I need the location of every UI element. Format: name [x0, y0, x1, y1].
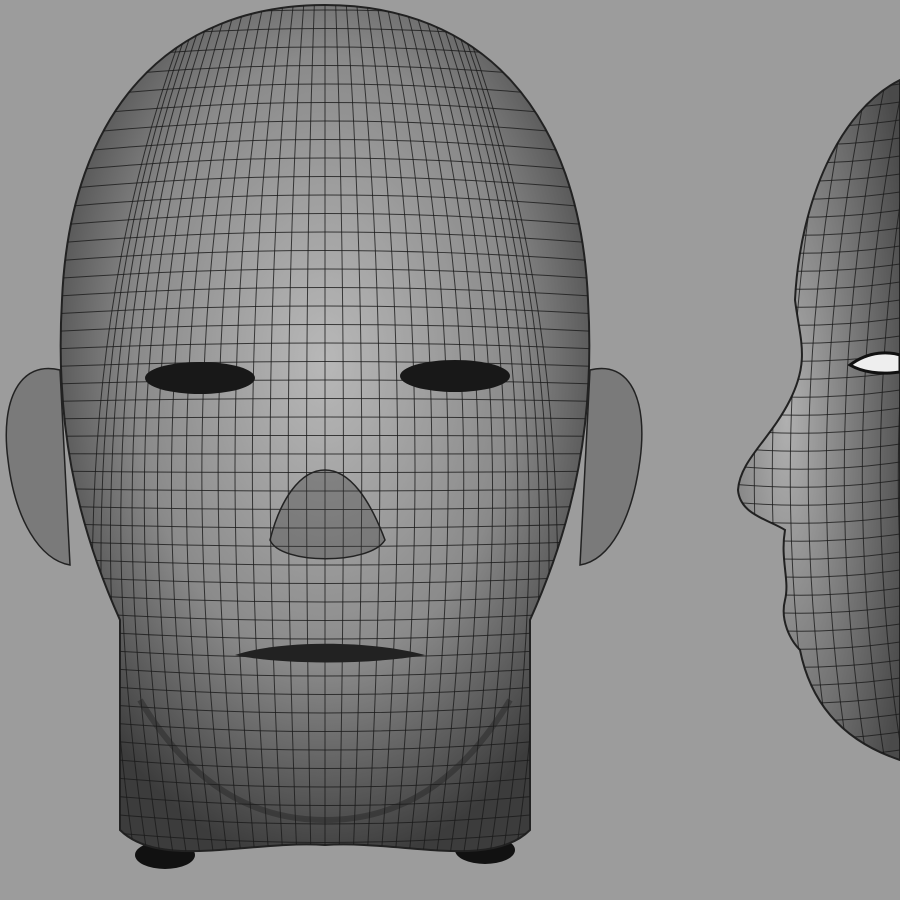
- front-view-head: [5, 4, 643, 880]
- viewport: [5, 4, 900, 880]
- mesh-row: [738, 749, 900, 758]
- side-view-head: [730, 66, 900, 775]
- left-ear: [5, 367, 71, 566]
- right-eye: [400, 360, 510, 392]
- left-eye: [145, 362, 255, 394]
- mesh-row: [730, 768, 900, 775]
- mesh-row: [40, 862, 610, 880]
- mesh-row: [738, 83, 900, 92]
- right-ear: [579, 367, 643, 566]
- mesh-row: [730, 66, 900, 73]
